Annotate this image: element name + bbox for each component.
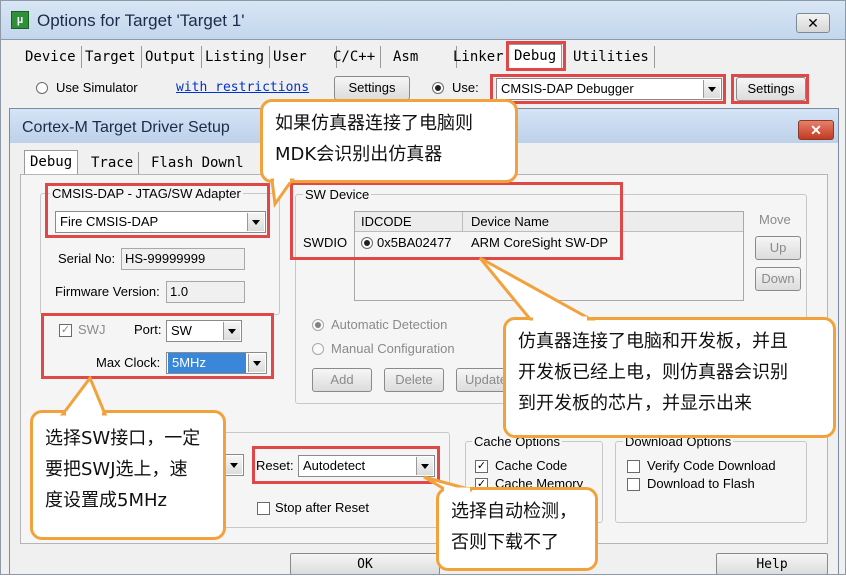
callout-right-line-3: 到开发板的芯片，并显示出来 (518, 393, 752, 414)
move-label: Move (759, 212, 791, 227)
cache-code-label: Cache Code (495, 458, 568, 473)
use-debugger-radio[interactable] (432, 82, 444, 94)
tab-asm[interactable]: Asm (388, 46, 457, 68)
swj-clock-highlight (41, 313, 274, 379)
tab-linker[interactable]: Linker (448, 46, 510, 68)
use-simulator-radio[interactable] (36, 82, 48, 94)
auto-detect-radio[interactable] (312, 319, 324, 331)
callout-left-pointer (60, 376, 108, 416)
up-button[interactable]: Up (755, 236, 801, 260)
serial-value: HS-99999999 (121, 248, 245, 270)
download-flash-checkbox[interactable] (627, 478, 640, 491)
add-button[interactable]: Add (312, 368, 372, 392)
verify-download-label: Verify Code Download (647, 458, 776, 473)
inner-tab-debug[interactable]: Debug (24, 150, 79, 175)
outer-close-button[interactable]: ✕ (796, 13, 830, 33)
ok-button[interactable]: OK (290, 553, 440, 575)
delete-button[interactable]: Delete (384, 368, 444, 392)
outer-title-bar: µ Options for Target 'Target 1' ✕ (0, 0, 846, 40)
tab-device[interactable]: Device (20, 46, 82, 68)
tab-utilities[interactable]: Utilities (568, 46, 655, 68)
stop-after-reset-checkbox[interactable] (257, 502, 270, 515)
outer-window-title: Options for Target 'Target 1' (37, 11, 245, 30)
debug-tab-highlight (506, 41, 566, 71)
callout-left-line-2: 要把SWJ选上，速 (45, 459, 188, 480)
tab-listing[interactable]: Listing (200, 46, 271, 68)
tab-cc[interactable]: C/C++ (328, 46, 382, 68)
use-simulator-label: Use Simulator (56, 80, 138, 95)
firmware-value: 1.0 (166, 281, 245, 303)
tab-output[interactable]: Output (140, 46, 202, 68)
verify-download-checkbox[interactable] (627, 460, 640, 473)
manual-config-radio[interactable] (312, 343, 324, 355)
callout-right: 仿真器连接了电脑和开发板，并且 开发板已经上电，则仿真器会识别 到开发板的芯片，… (503, 317, 836, 438)
manual-config-label: Manual Configuration (331, 341, 455, 356)
callout-top: 如果仿真器连接了电脑则 MDK会识别出仿真器 (260, 99, 518, 183)
callout-top-line-2: MDK会识别出仿真器 (275, 144, 443, 165)
inner-tab-flash-download[interactable]: Flash Downl (146, 152, 249, 174)
help-button[interactable]: Help (716, 553, 828, 575)
keil-logo-icon: µ (11, 11, 29, 29)
with-restrictions-link[interactable]: with restrictions (176, 80, 309, 95)
serial-label: Serial No: (58, 251, 116, 266)
chevron-down-icon (225, 456, 242, 474)
tab-user[interactable]: User (268, 46, 337, 68)
callout-bottom-pointer (423, 475, 473, 493)
use-label: Use: (452, 80, 479, 95)
inner-close-button[interactable]: ✕ (798, 120, 834, 140)
down-button[interactable]: Down (755, 267, 801, 291)
stop-after-reset-label: Stop after Reset (275, 500, 369, 515)
inner-window-title: Cortex-M Target Driver Setup (22, 119, 230, 136)
inner-tab-trace[interactable]: Trace (86, 152, 140, 174)
callout-right-pointer (478, 256, 596, 321)
cache-code-checkbox[interactable]: ✓ (475, 460, 488, 473)
settings-left-button[interactable]: Settings (334, 76, 410, 100)
settings-highlight (731, 74, 809, 104)
adapter-highlight (45, 183, 270, 238)
callout-left-line-3: 度设置成5MHz (45, 490, 167, 511)
callout-bottom-line-2: 否则下载不了 (451, 532, 559, 553)
callout-left: 选择SW接口，一定 要把SWJ选上，速 度设置成5MHz (30, 410, 226, 540)
auto-detect-label: Automatic Detection (331, 317, 448, 332)
sw-device-highlight (290, 182, 623, 260)
callout-left-line-1: 选择SW接口，一定 (45, 428, 201, 449)
callout-top-line-1: 如果仿真器连接了电脑则 (275, 113, 473, 134)
tab-target[interactable]: Target (80, 46, 142, 68)
debugger-highlight (490, 74, 726, 104)
reset-highlight (252, 446, 440, 484)
firmware-label: Firmware Version: (55, 284, 160, 299)
download-flash-label: Download to Flash (647, 476, 755, 491)
callout-top-pointer (270, 178, 295, 208)
callout-right-line-1: 仿真器连接了电脑和开发板，并且 (518, 331, 788, 352)
callout-right-line-2: 开发板已经上电，则仿真器会识别 (518, 362, 788, 383)
